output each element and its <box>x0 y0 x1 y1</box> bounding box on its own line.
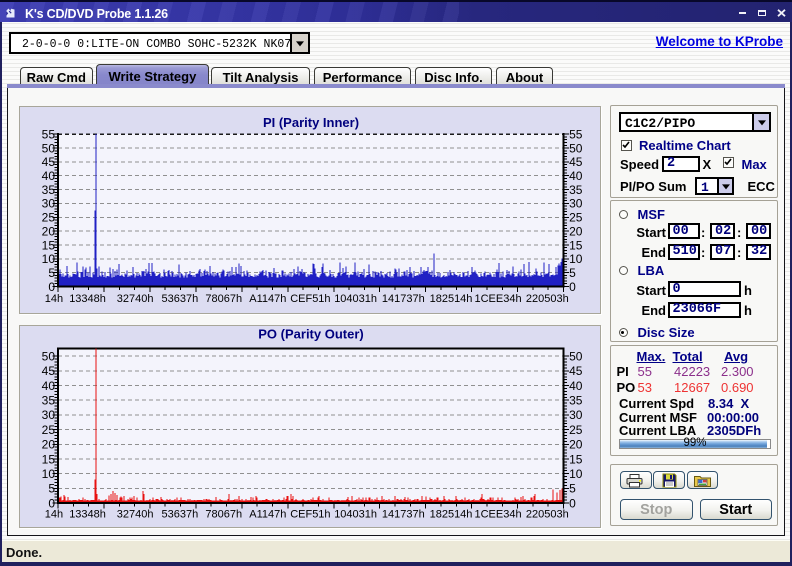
svg-text:182514h: 182514h <box>430 509 473 521</box>
svg-text:32740h: 32740h <box>117 293 154 305</box>
svg-text:20: 20 <box>569 438 583 452</box>
svg-text:30: 30 <box>569 408 583 422</box>
svg-text:20: 20 <box>42 438 56 452</box>
svg-text:141737h: 141737h <box>382 509 425 521</box>
svg-text:0: 0 <box>569 496 576 510</box>
svg-text:55: 55 <box>569 128 583 142</box>
svg-text:15: 15 <box>42 452 56 466</box>
svg-text:15: 15 <box>569 238 583 252</box>
svg-text:40: 40 <box>42 379 56 393</box>
svg-text:13348h: 13348h <box>69 509 106 521</box>
svg-text:10: 10 <box>569 467 583 481</box>
svg-text:220503h: 220503h <box>526 293 569 305</box>
svg-text:15: 15 <box>569 452 583 466</box>
svg-text:35: 35 <box>42 394 56 408</box>
svg-text:53637h: 53637h <box>162 509 199 521</box>
svg-text:25: 25 <box>569 211 583 225</box>
svg-text:25: 25 <box>42 423 56 437</box>
svg-text:40: 40 <box>569 379 583 393</box>
svg-text:30: 30 <box>42 197 56 211</box>
svg-text:78067h: 78067h <box>205 509 242 521</box>
svg-text:0: 0 <box>569 280 576 294</box>
svg-text:PO (Parity Outer): PO (Parity Outer) <box>258 327 363 342</box>
svg-text:50: 50 <box>42 141 56 155</box>
svg-text:1CEE34h: 1CEE34h <box>475 509 522 521</box>
svg-text:5: 5 <box>569 266 576 280</box>
svg-text:182514h: 182514h <box>430 293 473 305</box>
svg-text:5: 5 <box>569 482 576 496</box>
svg-text:45: 45 <box>42 155 56 169</box>
svg-text:0: 0 <box>48 280 55 294</box>
svg-text:45: 45 <box>569 155 583 169</box>
svg-text:50: 50 <box>569 141 583 155</box>
svg-text:104031h: 104031h <box>334 293 377 305</box>
svg-text:15: 15 <box>42 238 56 252</box>
svg-text:220503h: 220503h <box>526 509 569 521</box>
svg-text:40: 40 <box>569 169 583 183</box>
svg-text:10: 10 <box>569 252 583 266</box>
svg-text:40: 40 <box>42 169 56 183</box>
svg-text:30: 30 <box>42 408 56 422</box>
svg-text:20: 20 <box>42 224 56 238</box>
svg-text:PI (Parity Inner): PI (Parity Inner) <box>263 115 359 130</box>
svg-text:53637h: 53637h <box>162 293 199 305</box>
svg-text:50: 50 <box>42 350 56 364</box>
svg-text:25: 25 <box>569 423 583 437</box>
svg-text:10: 10 <box>42 252 56 266</box>
svg-text:45: 45 <box>42 364 56 378</box>
svg-text:14h: 14h <box>45 293 63 305</box>
svg-text:141737h: 141737h <box>382 293 425 305</box>
svg-text:50: 50 <box>569 350 583 364</box>
svg-text:CEF51h: CEF51h <box>290 293 330 305</box>
svg-text:10: 10 <box>42 467 56 481</box>
svg-text:35: 35 <box>569 394 583 408</box>
svg-text:A1147h: A1147h <box>249 509 286 521</box>
svg-text:35: 35 <box>569 183 583 197</box>
svg-text:45: 45 <box>569 364 583 378</box>
svg-text:5: 5 <box>48 482 55 496</box>
svg-text:14h: 14h <box>45 509 63 521</box>
svg-text:78067h: 78067h <box>205 293 242 305</box>
svg-text:13348h: 13348h <box>69 293 106 305</box>
svg-text:5: 5 <box>48 266 55 280</box>
svg-text:1CEE34h: 1CEE34h <box>475 293 522 305</box>
svg-text:35: 35 <box>42 183 56 197</box>
svg-text:CEF51h: CEF51h <box>290 509 330 521</box>
svg-text:55: 55 <box>42 128 56 142</box>
svg-text:32740h: 32740h <box>117 509 154 521</box>
svg-text:A1147h: A1147h <box>249 293 286 305</box>
svg-text:25: 25 <box>42 211 56 225</box>
svg-text:30: 30 <box>569 197 583 211</box>
svg-text:20: 20 <box>569 224 583 238</box>
svg-text:104031h: 104031h <box>334 509 377 521</box>
